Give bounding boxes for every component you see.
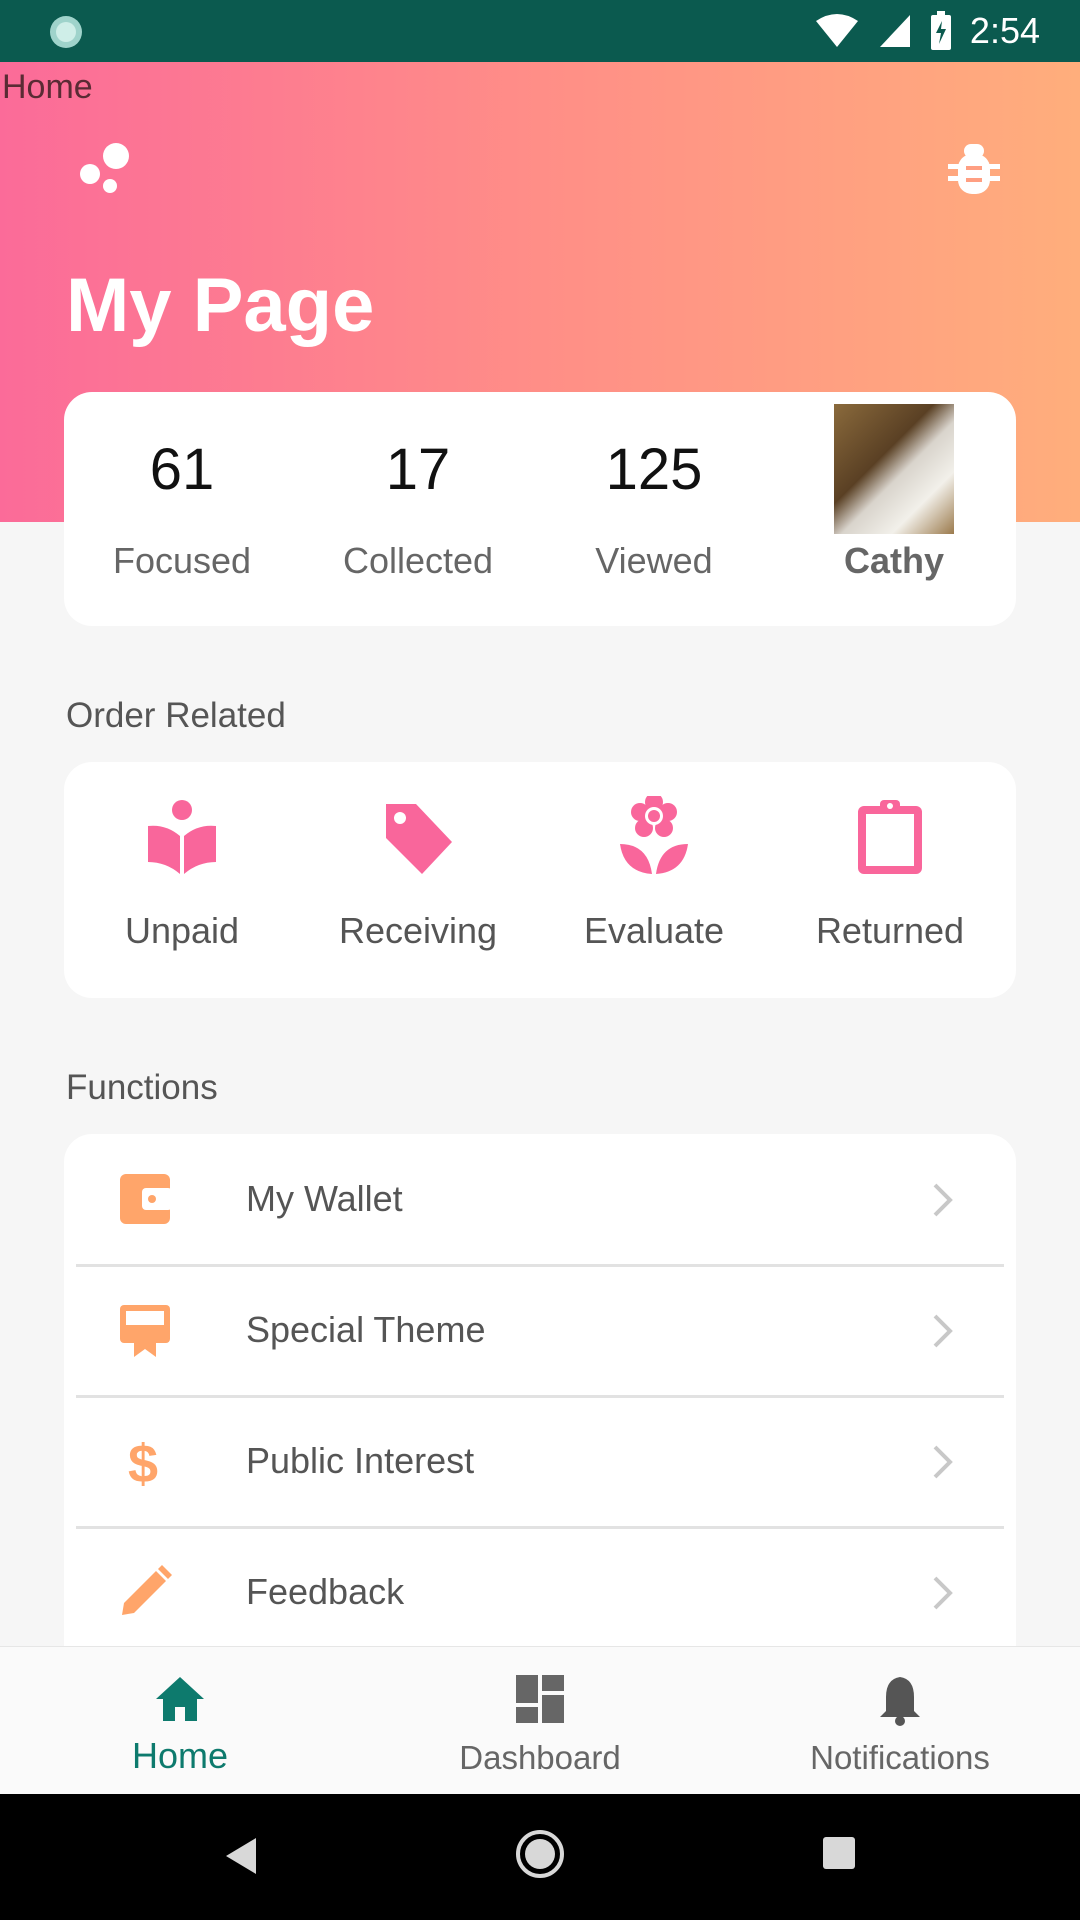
chevron-right-icon bbox=[933, 1576, 953, 1610]
status-bar: 2:54 bbox=[0, 0, 1080, 62]
stat-label: Focused bbox=[112, 540, 252, 581]
nav-home[interactable]: Home bbox=[0, 1647, 360, 1795]
functions-card: My Wallet Special Theme $ Public Interes… bbox=[64, 1134, 1016, 1694]
wallet-icon bbox=[120, 1174, 172, 1224]
stat-value: 61 bbox=[149, 437, 215, 502]
order-evaluate[interactable]: Evaluate bbox=[536, 762, 772, 998]
home-button-icon[interactable] bbox=[514, 1828, 566, 1880]
screen-label: Home bbox=[2, 68, 93, 106]
dollar-icon: $ bbox=[128, 1434, 158, 1488]
book-person-icon bbox=[148, 800, 216, 874]
nav-notifications[interactable]: Notifications bbox=[720, 1647, 1080, 1795]
stat-label: Viewed bbox=[595, 540, 713, 581]
stat-label: Collected bbox=[342, 540, 494, 581]
order-label: Receiving bbox=[338, 910, 498, 951]
function-public-interest[interactable]: $ Public Interest bbox=[76, 1396, 1004, 1529]
nav-label: Home bbox=[131, 1735, 229, 1776]
bubbles-logo-icon bbox=[80, 143, 129, 193]
page-title: My Page bbox=[66, 263, 375, 348]
signal-icon bbox=[879, 15, 910, 47]
function-label: My Wallet bbox=[246, 1178, 403, 1219]
recents-icon[interactable] bbox=[822, 1836, 856, 1870]
svg-text:$: $ bbox=[128, 1434, 158, 1488]
tag-icon bbox=[386, 804, 452, 874]
function-special-theme[interactable]: Special Theme bbox=[76, 1265, 1004, 1398]
functions-section-title: Functions bbox=[66, 1068, 218, 1107]
order-returned[interactable]: Returned bbox=[772, 762, 1008, 998]
sync-status-icon bbox=[50, 16, 82, 48]
pencil-icon bbox=[122, 1565, 172, 1615]
bottom-navigation: Home Dashboard Notifications bbox=[0, 1646, 1080, 1795]
home-icon bbox=[156, 1677, 204, 1721]
wifi-icon bbox=[815, 14, 858, 47]
function-label: Feedback bbox=[246, 1571, 405, 1612]
billboard-icon bbox=[120, 1305, 170, 1357]
order-label: Evaluate bbox=[583, 910, 725, 951]
status-time: 2:54 bbox=[969, 10, 1040, 51]
profile-stats-card: 61 Focused 17 Collected 125 Viewed Cathy bbox=[64, 392, 1016, 626]
chevron-right-icon bbox=[933, 1183, 953, 1217]
chevron-right-icon bbox=[933, 1445, 953, 1479]
order-unpaid[interactable]: Unpaid bbox=[64, 762, 300, 998]
stat-value: 17 bbox=[385, 437, 451, 502]
order-label: Returned bbox=[815, 910, 965, 951]
back-icon[interactable] bbox=[224, 1836, 258, 1876]
flower-icon bbox=[620, 796, 688, 874]
bell-icon bbox=[880, 1677, 920, 1726]
nav-dashboard[interactable]: Dashboard bbox=[360, 1647, 720, 1795]
nav-label: Dashboard bbox=[459, 1739, 621, 1776]
stat-value: 125 bbox=[605, 437, 703, 502]
battery-icon bbox=[930, 11, 951, 50]
user-name: Cathy bbox=[843, 540, 945, 581]
status-indicators: 2:54 bbox=[814, 8, 1040, 54]
function-feedback[interactable]: Feedback bbox=[76, 1527, 1004, 1657]
order-card: Unpaid Receiving Evaluate Returned bbox=[64, 762, 1016, 998]
chevron-right-icon bbox=[933, 1314, 953, 1348]
function-my-wallet[interactable]: My Wallet bbox=[76, 1134, 1004, 1267]
bug-report-icon[interactable] bbox=[944, 138, 1004, 202]
dashboard-icon bbox=[516, 1675, 564, 1723]
avatar[interactable] bbox=[834, 404, 954, 534]
stat-focused[interactable]: 61 Focused bbox=[64, 392, 300, 626]
function-label: Special Theme bbox=[246, 1309, 486, 1350]
clipboard-icon bbox=[858, 800, 922, 874]
stat-viewed[interactable]: 125 Viewed bbox=[536, 392, 772, 626]
order-label: Unpaid bbox=[124, 910, 240, 951]
nav-label: Notifications bbox=[810, 1739, 990, 1776]
order-receiving[interactable]: Receiving bbox=[300, 762, 536, 998]
order-section-title: Order Related bbox=[66, 696, 286, 735]
function-label: Public Interest bbox=[246, 1440, 475, 1481]
system-navigation-bar bbox=[0, 1794, 1080, 1920]
stat-collected[interactable]: 17 Collected bbox=[300, 392, 536, 626]
